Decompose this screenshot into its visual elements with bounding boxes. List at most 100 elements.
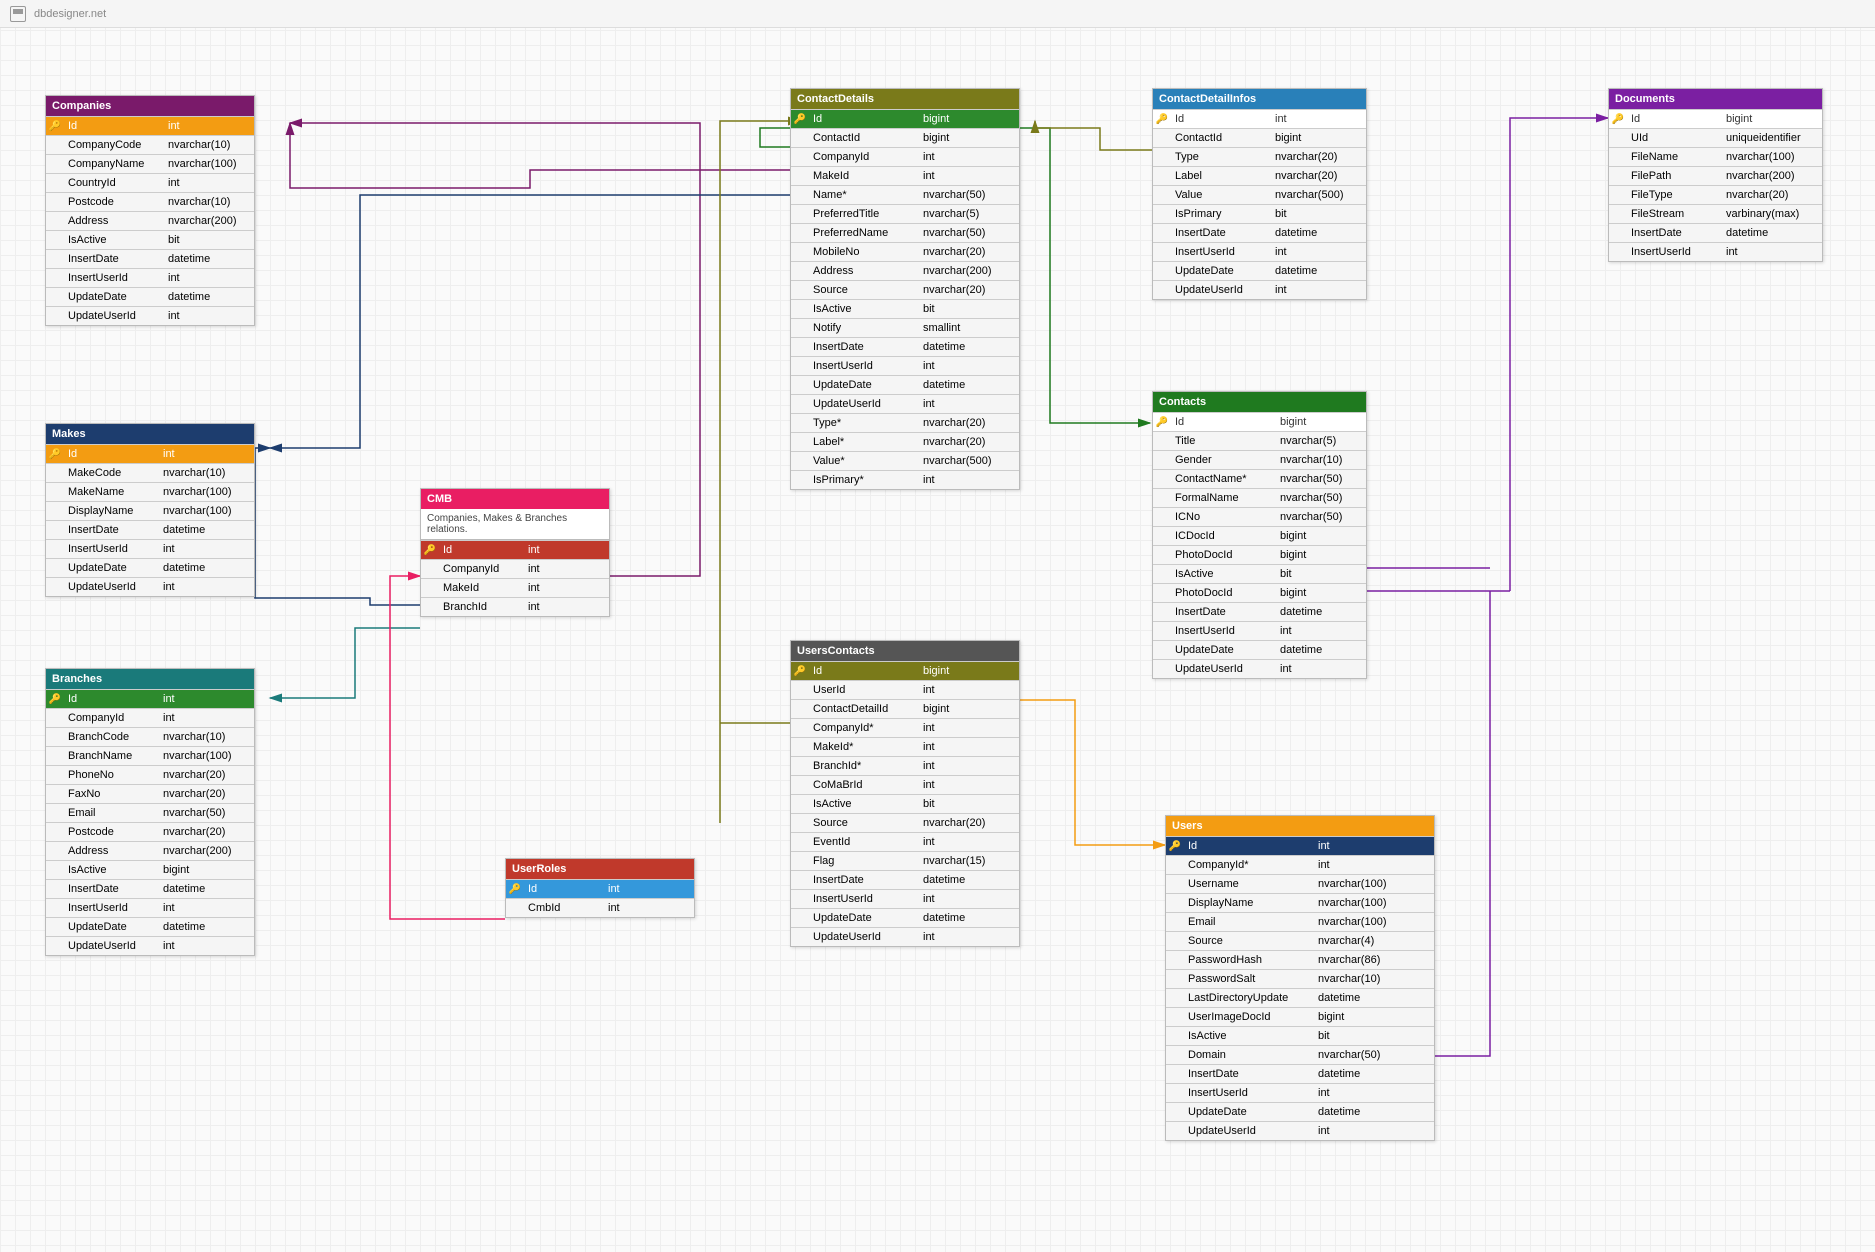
table-row[interactable]: MakeCodenvarchar(10) bbox=[46, 463, 254, 482]
table-userroles[interactable]: UserRoles🔑IdintCmbIdint bbox=[505, 858, 695, 918]
table-row[interactable]: UpdateUserIdint bbox=[46, 306, 254, 325]
table-row[interactable]: CompanyIdint bbox=[791, 147, 1019, 166]
table-row[interactable]: ICNonvarchar(50) bbox=[1153, 507, 1366, 526]
table-row[interactable]: BranchId*int bbox=[791, 756, 1019, 775]
table-row[interactable]: MakeIdint bbox=[421, 578, 609, 597]
table-row[interactable]: UpdateDatedatetime bbox=[791, 375, 1019, 394]
table-header[interactable]: ContactDetails bbox=[791, 89, 1019, 109]
table-row[interactable]: Domainnvarchar(50) bbox=[1166, 1045, 1434, 1064]
table-header[interactable]: Branches bbox=[46, 669, 254, 689]
table-makes[interactable]: Makes🔑IdintMakeCodenvarchar(10)MakeNamen… bbox=[45, 423, 255, 597]
table-row[interactable]: InsertDatedatetime bbox=[791, 337, 1019, 356]
table-row[interactable]: 🔑Idint bbox=[421, 540, 609, 559]
table-row[interactable]: FileNamenvarchar(100) bbox=[1609, 147, 1822, 166]
table-cmb[interactable]: CMBCompanies, Makes & Branches relations… bbox=[420, 488, 610, 617]
table-row[interactable]: IsActivebit bbox=[46, 230, 254, 249]
table-row[interactable]: InsertDatedatetime bbox=[1153, 223, 1366, 242]
table-row[interactable]: IsPrimarybit bbox=[1153, 204, 1366, 223]
table-row[interactable]: UpdateDatedatetime bbox=[1153, 261, 1366, 280]
table-header[interactable]: ContactDetailInfos bbox=[1153, 89, 1366, 109]
table-row[interactable]: UpdateDatedatetime bbox=[1153, 640, 1366, 659]
table-row[interactable]: CompanyNamenvarchar(100) bbox=[46, 154, 254, 173]
table-row[interactable]: PhotoDocIdbigint bbox=[1153, 545, 1366, 564]
table-row[interactable]: PhotoDocIdbigint bbox=[1153, 583, 1366, 602]
table-row[interactable]: UpdateDatedatetime bbox=[46, 558, 254, 577]
table-row[interactable]: MakeIdint bbox=[791, 166, 1019, 185]
table-row[interactable]: CompanyIdint bbox=[46, 708, 254, 727]
table-row[interactable]: UserImageDocIdbigint bbox=[1166, 1007, 1434, 1026]
table-row[interactable]: InsertDatedatetime bbox=[1166, 1064, 1434, 1083]
table-row[interactable]: CompanyCodenvarchar(10) bbox=[46, 135, 254, 154]
table-row[interactable]: UpdateUserIdint bbox=[791, 394, 1019, 413]
table-row[interactable]: UpdateDatedatetime bbox=[791, 908, 1019, 927]
table-contactdetails[interactable]: ContactDetails🔑IdbigintContactIdbigintCo… bbox=[790, 88, 1020, 490]
table-row[interactable]: UpdateDatedatetime bbox=[46, 917, 254, 936]
table-row[interactable]: Notifysmallint bbox=[791, 318, 1019, 337]
table-header[interactable]: UserRoles bbox=[506, 859, 694, 879]
table-row[interactable]: UpdateUserIdint bbox=[1153, 280, 1366, 299]
table-row[interactable]: 🔑Idbigint bbox=[1153, 412, 1366, 431]
table-row[interactable]: 🔑Idint bbox=[506, 879, 694, 898]
table-row[interactable]: 🔑Idint bbox=[1153, 109, 1366, 128]
table-row[interactable]: InsertDatedatetime bbox=[791, 870, 1019, 889]
table-row[interactable]: InsertDatedatetime bbox=[1153, 602, 1366, 621]
table-row[interactable]: FileStreamvarbinary(max) bbox=[1609, 204, 1822, 223]
table-row[interactable]: 🔑Idbigint bbox=[1609, 109, 1822, 128]
table-row[interactable]: FilePathnvarchar(200) bbox=[1609, 166, 1822, 185]
table-row[interactable]: IsActivebigint bbox=[46, 860, 254, 879]
table-row[interactable]: UpdateDatedatetime bbox=[1166, 1102, 1434, 1121]
table-row[interactable]: Flagnvarchar(15) bbox=[791, 851, 1019, 870]
table-row[interactable]: IsActivebit bbox=[1153, 564, 1366, 583]
table-row[interactable]: CmbIdint bbox=[506, 898, 694, 917]
table-row[interactable]: CompanyId*int bbox=[791, 718, 1019, 737]
table-row[interactable]: UpdateUserIdint bbox=[46, 936, 254, 955]
table-row[interactable]: Typenvarchar(20) bbox=[1153, 147, 1366, 166]
table-row[interactable]: InsertUserIdint bbox=[791, 356, 1019, 375]
table-row[interactable]: DisplayNamenvarchar(100) bbox=[1166, 893, 1434, 912]
table-row[interactable]: CompanyIdint bbox=[421, 559, 609, 578]
table-row[interactable]: Sourcenvarchar(4) bbox=[1166, 931, 1434, 950]
table-row[interactable]: UpdateDatedatetime bbox=[46, 287, 254, 306]
table-row[interactable]: Postcodenvarchar(20) bbox=[46, 822, 254, 841]
table-row[interactable]: 🔑Idint bbox=[46, 444, 254, 463]
table-row[interactable]: Usernamenvarchar(100) bbox=[1166, 874, 1434, 893]
table-row[interactable]: IsPrimary*int bbox=[791, 470, 1019, 489]
table-row[interactable]: Name*nvarchar(50) bbox=[791, 185, 1019, 204]
table-row[interactable]: Label*nvarchar(20) bbox=[791, 432, 1019, 451]
table-companies[interactable]: Companies🔑IdintCompanyCodenvarchar(10)Co… bbox=[45, 95, 255, 326]
table-contactdetailinfos[interactable]: ContactDetailInfos🔑IdintContactIdbigintT… bbox=[1152, 88, 1367, 300]
table-row[interactable]: Addressnvarchar(200) bbox=[791, 261, 1019, 280]
table-row[interactable]: MakeId*int bbox=[791, 737, 1019, 756]
table-row[interactable]: PreferredNamenvarchar(50) bbox=[791, 223, 1019, 242]
table-row[interactable]: FormalNamenvarchar(50) bbox=[1153, 488, 1366, 507]
table-row[interactable]: 🔑Idbigint bbox=[791, 109, 1019, 128]
table-row[interactable]: Sourcenvarchar(20) bbox=[791, 280, 1019, 299]
table-row[interactable]: Valuenvarchar(500) bbox=[1153, 185, 1366, 204]
table-row[interactable]: Emailnvarchar(100) bbox=[1166, 912, 1434, 931]
table-row[interactable]: PasswordSaltnvarchar(10) bbox=[1166, 969, 1434, 988]
table-row[interactable]: InsertUserIdint bbox=[46, 539, 254, 558]
table-row[interactable]: Titlenvarchar(5) bbox=[1153, 431, 1366, 450]
table-contacts[interactable]: Contacts🔑IdbigintTitlenvarchar(5)Gendern… bbox=[1152, 391, 1367, 679]
canvas[interactable]: Companies🔑IdintCompanyCodenvarchar(10)Co… bbox=[0, 28, 1875, 1252]
table-row[interactable]: Sourcenvarchar(20) bbox=[791, 813, 1019, 832]
table-row[interactable]: 🔑Idint bbox=[46, 689, 254, 708]
table-row[interactable]: InsertUserIdint bbox=[1166, 1083, 1434, 1102]
table-userscontacts[interactable]: UsersContacts🔑IdbigintUserIdintContactDe… bbox=[790, 640, 1020, 947]
table-row[interactable]: DisplayNamenvarchar(100) bbox=[46, 501, 254, 520]
table-row[interactable]: ContactIdbigint bbox=[1153, 128, 1366, 147]
table-row[interactable]: UserIdint bbox=[791, 680, 1019, 699]
table-row[interactable]: ContactName*nvarchar(50) bbox=[1153, 469, 1366, 488]
table-row[interactable]: PasswordHashnvarchar(86) bbox=[1166, 950, 1434, 969]
table-row[interactable]: InsertUserIdint bbox=[1153, 242, 1366, 261]
table-row[interactable]: PhoneNonvarchar(20) bbox=[46, 765, 254, 784]
table-row[interactable]: InsertDatedatetime bbox=[46, 520, 254, 539]
table-row[interactable]: 🔑Idbigint bbox=[791, 661, 1019, 680]
table-row[interactable]: BranchNamenvarchar(100) bbox=[46, 746, 254, 765]
table-row[interactable]: InsertUserIdint bbox=[791, 889, 1019, 908]
table-row[interactable]: InsertUserIdint bbox=[46, 898, 254, 917]
table-row[interactable]: UpdateUserIdint bbox=[791, 927, 1019, 946]
table-row[interactable]: MakeNamenvarchar(100) bbox=[46, 482, 254, 501]
table-row[interactable]: InsertDatedatetime bbox=[46, 879, 254, 898]
table-header[interactable]: Makes bbox=[46, 424, 254, 444]
